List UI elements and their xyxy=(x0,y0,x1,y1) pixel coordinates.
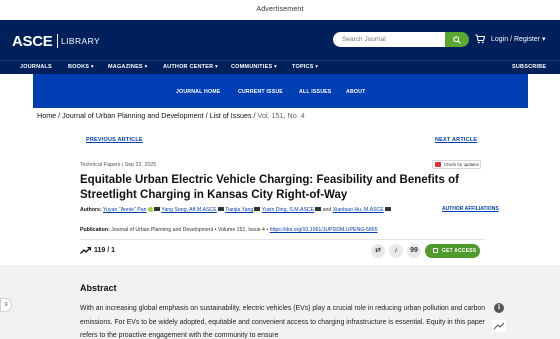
next-article-link[interactable]: NEXT ARTICLE xyxy=(435,137,477,143)
author-list: Authors: Yuyan "Annie" Pan Yang Song, Af… xyxy=(80,206,485,214)
breadcrumb-path[interactable]: Home / Journal of Urban Planning and Dev… xyxy=(37,111,258,120)
author-link[interactable]: Yang Song, Aff.M.ASCE xyxy=(161,207,216,213)
library-logo-text[interactable]: LIBRARY xyxy=(61,36,100,46)
email-icon[interactable] xyxy=(254,207,261,211)
article-meta: Technical Papers | Sep 23, 2025 xyxy=(80,162,157,168)
publication-info: Publication: Journal of Urban Planning a… xyxy=(80,227,378,233)
nav-topics[interactable]: TOPICS ▾ xyxy=(292,64,318,70)
author-link[interactable]: Yuyan "Annie" Pan xyxy=(103,207,147,213)
trending-side-icon[interactable] xyxy=(492,320,506,332)
search-icon xyxy=(453,35,461,44)
nav-author-center[interactable]: AUTHOR CENTER ▾ xyxy=(163,64,218,70)
divider xyxy=(80,239,485,240)
author-link[interactable]: Xianbiao Hu, M.ASCE xyxy=(333,207,384,213)
article-title: Equitable Urban Electric Vehicle Chargin… xyxy=(80,174,459,201)
author-link[interactable]: Yuxin Ding, S.M.ASCE xyxy=(262,207,314,213)
share-icon[interactable]: ⇄ xyxy=(371,244,385,258)
breadcrumb-current: Vol. 151, No. 4 xyxy=(257,111,305,120)
author-affiliations-link[interactable]: AUTHOR AFFILIATIONS xyxy=(442,206,499,212)
logo-divider xyxy=(57,34,58,48)
asce-logo[interactable]: ASCE xyxy=(12,33,53,50)
publication-label: Publication: xyxy=(80,227,110,233)
email-icon[interactable] xyxy=(384,207,391,211)
orcid-icon[interactable] xyxy=(147,206,153,212)
author-link[interactable]: Tianjia Yang xyxy=(225,207,253,213)
tab-all-issues[interactable]: ALL ISSUES xyxy=(299,89,331,95)
get-access-button[interactable]: GET ACCESS xyxy=(425,244,480,258)
advertisement-label: Advertisement xyxy=(0,0,560,20)
metrics[interactable]: 119 / 1 xyxy=(80,246,116,254)
site-header: ASCE LIBRARY Login / Register ▾ xyxy=(0,20,560,60)
cart-icon[interactable] xyxy=(475,34,485,44)
nav-magazines[interactable]: MAGAZINES ▾ xyxy=(108,64,148,70)
abstract-heading: Abstract xyxy=(80,283,117,293)
breadcrumb: Home / Journal of Urban Planning and Dev… xyxy=(37,111,305,120)
trending-icon xyxy=(80,246,92,254)
previous-article-link[interactable]: PREVIOUS ARTICLE xyxy=(86,137,143,143)
primary-nav: JOURNALS BOOKS ▾ MAGAZINES ▾ AUTHOR CENT… xyxy=(0,60,560,74)
nav-subscribe[interactable]: SUBSCRIBE xyxy=(512,64,546,70)
authors-and: and xyxy=(322,207,332,213)
login-register-link[interactable]: Login / Register ▾ xyxy=(491,35,546,43)
tab-journal-home[interactable]: JOURNAL HOME xyxy=(176,89,220,95)
doi-link[interactable]: https://doi.org/10.1061/JUPDDM.UPENG-586… xyxy=(270,227,378,233)
crossmark-icon xyxy=(435,162,441,167)
journal-nav: JOURNAL HOME CURRENT ISSUE ALL ISSUES AB… xyxy=(33,74,528,108)
email-icon[interactable] xyxy=(217,207,224,211)
bell-icon[interactable]: ♪ xyxy=(389,244,403,258)
nav-books[interactable]: BOOKS ▾ xyxy=(68,64,94,70)
info-icon[interactable]: i xyxy=(494,303,504,313)
email-icon[interactable] xyxy=(315,207,322,211)
nav-communities[interactable]: COMMUNITIES ▾ xyxy=(231,64,277,70)
tab-about[interactable]: ABOUT xyxy=(346,89,365,95)
check-updates-label: Check for updates xyxy=(444,162,479,167)
abstract-text: With an increasing global emphasis on su… xyxy=(80,305,486,339)
lock-icon xyxy=(433,248,438,253)
authors-label: Authors: xyxy=(80,207,102,213)
get-access-label: GET ACCESS xyxy=(442,248,477,254)
cite-icon[interactable]: 99 xyxy=(407,244,421,258)
nav-journals[interactable]: JOURNALS xyxy=(20,64,52,70)
tab-current-issue[interactable]: CURRENT ISSUE xyxy=(238,89,283,95)
search-input[interactable] xyxy=(333,32,445,47)
email-icon[interactable] xyxy=(153,207,160,211)
publication-text: Journal of Urban Planning and Developmen… xyxy=(111,227,269,233)
metrics-value: 119 / 1 xyxy=(94,247,116,254)
search-button[interactable] xyxy=(445,32,469,47)
check-for-updates-button[interactable]: Check for updates xyxy=(432,160,481,169)
